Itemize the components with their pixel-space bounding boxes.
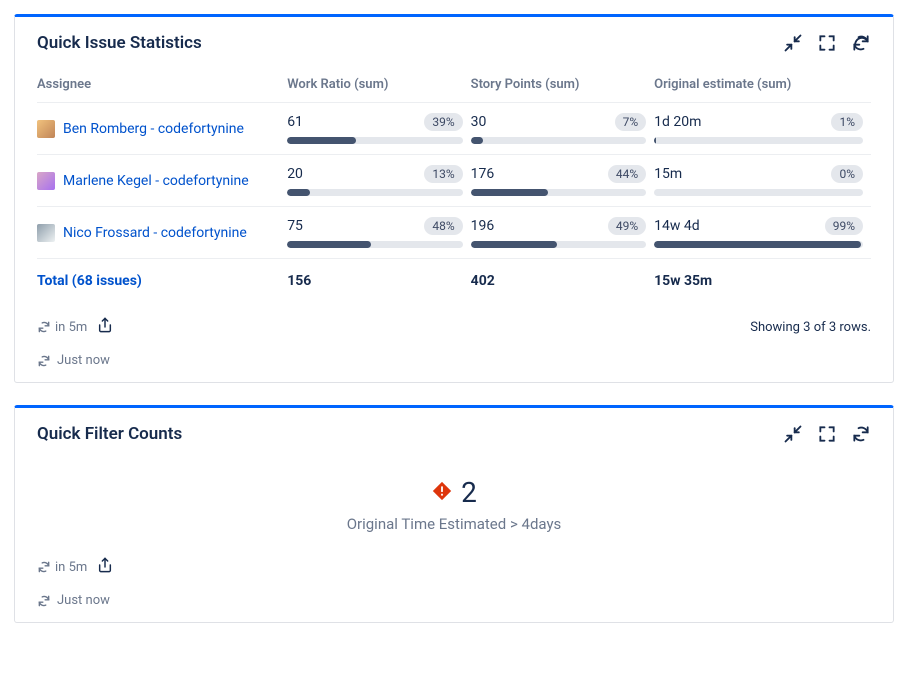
card-footer: in 5m Showing 3 of 3 rows. xyxy=(37,317,871,337)
col-header-story-points[interactable]: Story Points (sum) xyxy=(471,71,654,103)
total-original-estimate: 15w 35m xyxy=(654,259,871,300)
original-estimate-bar xyxy=(654,137,863,144)
work-ratio-pct: 48% xyxy=(424,217,462,235)
quick-issue-statistics-card: Quick Issue Statistics Assignee Work Rat… xyxy=(14,14,894,383)
story-points-value: 196 xyxy=(471,218,495,234)
table-row: Ben Romberg - codefortynine 61 39% 30 7% xyxy=(37,103,871,155)
col-header-original-estimate[interactable]: Original estimate (sum) xyxy=(654,71,871,103)
last-refreshed-indicator[interactable]: Just now xyxy=(37,593,871,608)
refresh-icon[interactable] xyxy=(851,33,871,53)
card-header: Quick Issue Statistics xyxy=(37,33,871,53)
total-work-ratio: 156 xyxy=(287,259,470,300)
rows-showing-label: Showing 3 of 3 rows. xyxy=(750,320,871,335)
total-label[interactable]: Total (68 issues) xyxy=(37,273,142,289)
filter-label: Original Time Estimated > 4days xyxy=(37,515,871,533)
work-ratio-pct: 39% xyxy=(424,113,462,131)
total-row: Total (68 issues) 156 402 15w 35m xyxy=(37,259,871,300)
export-icon[interactable] xyxy=(97,557,113,577)
refresh-in-label: in 5m xyxy=(55,560,87,575)
card-title: Quick Issue Statistics xyxy=(37,33,202,53)
col-header-assignee[interactable]: Assignee xyxy=(37,71,287,103)
table-row: Marlene Kegel - codefortynine 20 13% 176… xyxy=(37,155,871,207)
work-ratio-bar xyxy=(287,241,462,248)
alert-icon xyxy=(431,480,453,506)
original-estimate-bar xyxy=(654,241,863,248)
work-ratio-value: 20 xyxy=(287,166,303,182)
collapse-icon[interactable] xyxy=(783,33,803,53)
story-points-value: 176 xyxy=(471,166,495,182)
work-ratio-value: 75 xyxy=(287,218,303,234)
auto-refresh-indicator[interactable]: in 5m xyxy=(37,320,87,335)
work-ratio-bar xyxy=(287,137,462,144)
assignee-link[interactable]: Ben Romberg - codefortynine xyxy=(63,121,244,137)
original-estimate-bar xyxy=(654,189,863,196)
filter-count-value: 2 xyxy=(461,476,477,509)
work-ratio-value: 61 xyxy=(287,114,303,130)
footer-left: in 5m xyxy=(37,317,113,337)
work-ratio-bar xyxy=(287,189,462,196)
card-actions xyxy=(783,424,871,444)
total-story-points: 402 xyxy=(471,259,654,300)
story-points-value: 30 xyxy=(471,114,487,130)
story-points-pct: 44% xyxy=(608,165,646,183)
card-header: Quick Filter Counts xyxy=(37,424,871,444)
story-points-bar xyxy=(471,189,646,196)
avatar xyxy=(37,120,55,138)
expand-icon[interactable] xyxy=(817,33,837,53)
refresh-icon[interactable] xyxy=(851,424,871,444)
filter-body: 2 Original Time Estimated > 4days xyxy=(37,462,871,539)
work-ratio-pct: 13% xyxy=(424,165,462,183)
card-footer: in 5m xyxy=(37,557,871,577)
card-title: Quick Filter Counts xyxy=(37,424,182,444)
statistics-table: Assignee Work Ratio (sum) Story Points (… xyxy=(37,71,871,299)
just-now-label: Just now xyxy=(57,593,110,608)
story-points-bar xyxy=(471,241,646,248)
table-row: Nico Frossard - codefortynine 75 48% 196… xyxy=(37,207,871,259)
filter-count-row[interactable]: 2 xyxy=(431,476,477,509)
original-estimate-pct: 1% xyxy=(831,113,863,131)
just-now-label: Just now xyxy=(57,353,110,368)
story-points-pct: 7% xyxy=(615,113,647,131)
refresh-in-label: in 5m xyxy=(55,320,87,335)
last-refreshed-indicator[interactable]: Just now xyxy=(37,353,871,368)
story-points-pct: 49% xyxy=(608,217,646,235)
expand-icon[interactable] xyxy=(817,424,837,444)
export-icon[interactable] xyxy=(97,317,113,337)
original-estimate-value: 15m xyxy=(654,166,682,182)
assignee-link[interactable]: Marlene Kegel - codefortynine xyxy=(63,173,249,189)
original-estimate-pct: 99% xyxy=(825,217,863,235)
original-estimate-value: 1d 20m xyxy=(654,114,701,130)
original-estimate-pct: 0% xyxy=(831,165,863,183)
quick-filter-counts-card: Quick Filter Counts 2 Original Time Esti… xyxy=(14,405,894,623)
assignee-link[interactable]: Nico Frossard - codefortynine xyxy=(63,225,247,241)
auto-refresh-indicator[interactable]: in 5m xyxy=(37,560,87,575)
collapse-icon[interactable] xyxy=(783,424,803,444)
original-estimate-value: 14w 4d xyxy=(654,218,700,234)
avatar xyxy=(37,224,55,242)
story-points-bar xyxy=(471,137,646,144)
card-actions xyxy=(783,33,871,53)
footer-left: in 5m xyxy=(37,557,113,577)
col-header-work-ratio[interactable]: Work Ratio (sum) xyxy=(287,71,470,103)
avatar xyxy=(37,172,55,190)
